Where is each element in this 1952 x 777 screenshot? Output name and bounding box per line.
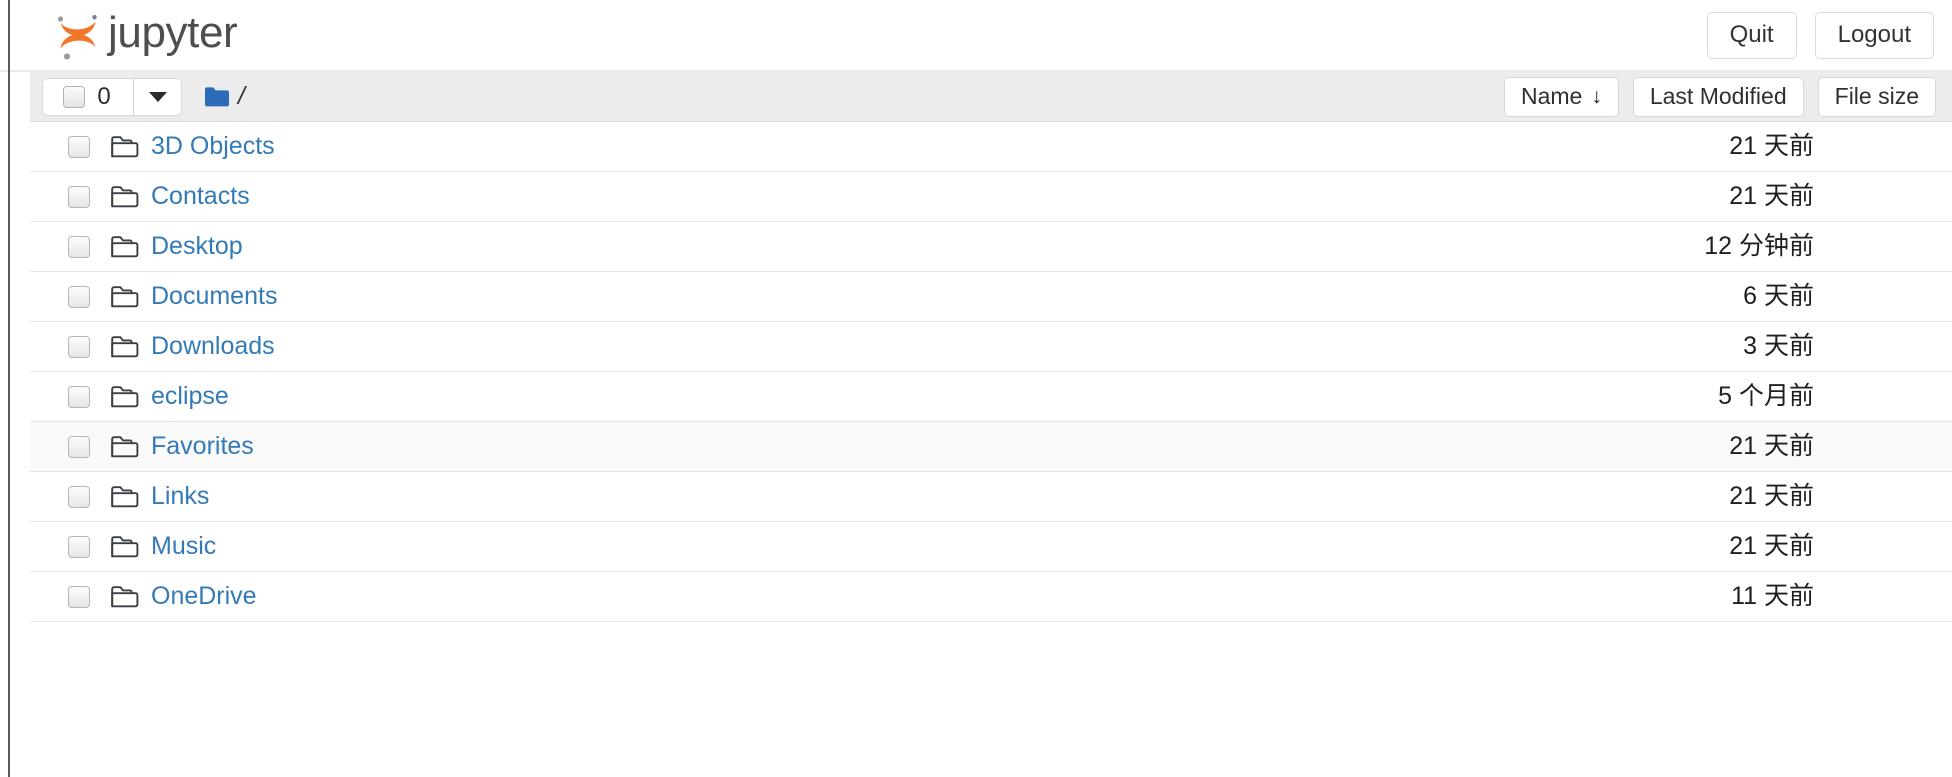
folder-icon: [111, 336, 139, 358]
file-last-modified: 21 天前: [1729, 132, 1814, 160]
sort-name-label: Name: [1520, 82, 1583, 109]
row-select-checkbox[interactable]: [68, 185, 90, 208]
row-select-checkbox[interactable]: [68, 535, 90, 558]
file-list-toolbar: 0 / Name ↓ Last Modified File size: [30, 72, 1952, 122]
folder-icon: [111, 586, 139, 608]
sort-button-group: Name ↓ Last Modified File size: [1503, 76, 1936, 117]
select-all-checkbox[interactable]: [63, 85, 86, 108]
sort-file-size-button[interactable]: File size: [1817, 76, 1936, 117]
file-name-link[interactable]: eclipse: [151, 384, 229, 409]
file-last-modified: 11 天前: [1731, 582, 1814, 610]
selected-count: 0: [97, 82, 111, 110]
file-name-link[interactable]: Desktop: [151, 234, 243, 259]
file-list-row[interactable]: 3D Objects 21 天前: [30, 122, 1952, 172]
file-last-modified: 5 个月前: [1718, 382, 1814, 410]
brand-wordmark: jupyter: [108, 8, 238, 57]
folder-icon: [111, 486, 139, 508]
row-select-checkbox[interactable]: [68, 235, 90, 258]
row-select-checkbox[interactable]: [68, 485, 90, 508]
page-left-edge-rule: [8, 0, 10, 777]
folder-icon: [111, 286, 139, 308]
logout-button[interactable]: Logout: [1814, 11, 1934, 59]
sort-last-modified-button[interactable]: Last Modified: [1632, 76, 1804, 117]
file-name-link[interactable]: 3D Objects: [151, 134, 275, 159]
file-name-link[interactable]: Contacts: [151, 184, 250, 209]
file-name-link[interactable]: Favorites: [151, 434, 254, 459]
selection-dropdown-button[interactable]: [134, 77, 182, 116]
file-list: 3D Objects 21 天前 Contacts 21 天前 Desktop 12 分钟…: [30, 122, 1952, 622]
file-last-modified: 21 天前: [1729, 482, 1814, 510]
folder-icon: [111, 236, 139, 258]
sort-last-modified-label: Last Modified: [1649, 82, 1787, 109]
folder-icon: [111, 536, 139, 558]
file-list-row[interactable]: Contacts 21 天前: [30, 172, 1952, 222]
selection-control-group: 0: [42, 77, 182, 116]
file-list-row[interactable]: Links 21 天前: [30, 472, 1952, 522]
file-list-row[interactable]: Music 21 天前: [30, 522, 1952, 572]
jupyter-logo-icon: [57, 15, 97, 60]
file-last-modified: 12 分钟前: [1704, 232, 1814, 260]
folder-icon: [111, 386, 139, 408]
header-actions: Quit Logout: [1706, 0, 1934, 70]
breadcrumb-root-separator: /: [238, 82, 245, 110]
page-header: jupyter Quit Logout: [0, 0, 1952, 72]
file-last-modified: 21 天前: [1729, 532, 1814, 560]
row-select-checkbox[interactable]: [68, 135, 90, 158]
folder-icon: [111, 136, 139, 158]
select-all-button[interactable]: 0: [42, 77, 134, 116]
file-last-modified: 3 天前: [1743, 332, 1814, 360]
sort-descending-arrow-icon: ↓: [1591, 84, 1602, 108]
chevron-down-icon: [148, 91, 167, 102]
quit-button[interactable]: Quit: [1706, 11, 1797, 59]
jupyter-notebook-dashboard: jupyter Quit Logout 0 / Name ↓ Last Modi…: [0, 0, 1952, 777]
row-select-checkbox[interactable]: [68, 435, 90, 458]
folder-icon: [111, 186, 139, 208]
file-last-modified: 21 天前: [1729, 432, 1814, 460]
breadcrumb: /: [204, 84, 245, 109]
sort-name-button[interactable]: Name ↓: [1503, 76, 1619, 117]
row-select-checkbox[interactable]: [68, 385, 90, 408]
folder-icon: [111, 436, 139, 458]
file-last-modified: 21 天前: [1729, 182, 1814, 210]
sort-file-size-label: File size: [1834, 82, 1919, 109]
jupyter-logo-link[interactable]: jupyter: [54, 0, 238, 70]
folder-filled-icon[interactable]: [204, 86, 230, 108]
file-list-row[interactable]: Desktop 12 分钟前: [30, 222, 1952, 272]
row-select-checkbox[interactable]: [68, 335, 90, 358]
file-name-link[interactable]: Links: [151, 484, 209, 509]
file-list-row[interactable]: eclipse 5 个月前: [30, 372, 1952, 422]
file-last-modified: 6 天前: [1743, 282, 1814, 310]
row-select-checkbox[interactable]: [68, 285, 90, 308]
file-name-link[interactable]: Documents: [151, 284, 277, 309]
file-name-link[interactable]: Downloads: [151, 334, 275, 359]
file-list-row[interactable]: Downloads 3 天前: [30, 322, 1952, 372]
row-select-checkbox[interactable]: [68, 585, 90, 608]
file-list-row[interactable]: Favorites 21 天前: [30, 422, 1952, 472]
file-name-link[interactable]: Music: [151, 534, 216, 559]
file-list-row[interactable]: OneDrive 11 天前: [30, 572, 1952, 622]
file-list-row[interactable]: Documents 6 天前: [30, 272, 1952, 322]
file-name-link[interactable]: OneDrive: [151, 584, 257, 609]
